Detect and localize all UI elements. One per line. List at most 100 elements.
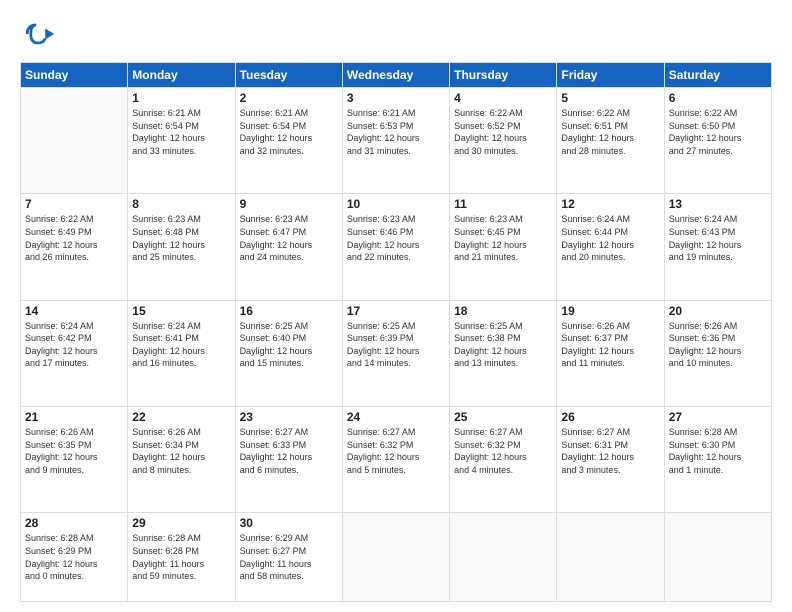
day-info: Sunrise: 6:28 AMSunset: 6:28 PMDaylight:…	[132, 532, 230, 582]
day-number: 14	[25, 304, 123, 318]
calendar-cell: 7Sunrise: 6:22 AMSunset: 6:49 PMDaylight…	[21, 194, 128, 300]
day-number: 29	[132, 516, 230, 530]
day-info: Sunrise: 6:23 AMSunset: 6:46 PMDaylight:…	[347, 213, 445, 263]
day-info: Sunrise: 6:22 AMSunset: 6:51 PMDaylight:…	[561, 107, 659, 157]
day-info: Sunrise: 6:26 AMSunset: 6:34 PMDaylight:…	[132, 426, 230, 476]
calendar-cell: 9 Sunrise: 6:23 AMSunset: 6:47 PMDaylight…	[235, 194, 342, 300]
page: SundayMondayTuesdayWednesdayThursdayFrid…	[0, 0, 792, 612]
day-number: 4	[454, 91, 552, 105]
day-number: 11	[454, 197, 552, 211]
day-number: 3	[347, 91, 445, 105]
day-info: Sunrise: 6:24 AMSunset: 6:42 PMDaylight:…	[25, 320, 123, 370]
calendar-cell	[557, 513, 664, 602]
day-number: 27	[669, 410, 767, 424]
calendar-cell	[342, 513, 449, 602]
day-info: Sunrise: 6:27 AMSunset: 6:32 PMDaylight:…	[454, 426, 552, 476]
day-number: 28	[25, 516, 123, 530]
calendar-cell	[664, 513, 771, 602]
calendar-week-2: 7Sunrise: 6:22 AMSunset: 6:49 PMDaylight…	[21, 194, 772, 300]
day-header-saturday: Saturday	[664, 63, 771, 88]
calendar-cell: 16 Sunrise: 6:25 AMSunset: 6:40 PMDayligh…	[235, 300, 342, 406]
day-number: 9	[240, 197, 338, 211]
day-info: Sunrise: 6:28 AMSunset: 6:30 PMDaylight:…	[669, 426, 767, 476]
day-info: Sunrise: 6:25 AMSunset: 6:39 PMDaylight:…	[347, 320, 445, 370]
calendar-table: SundayMondayTuesdayWednesdayThursdayFrid…	[20, 62, 772, 602]
day-info: Sunrise: 6:26 AMSunset: 6:37 PMDaylight:…	[561, 320, 659, 370]
day-number: 22	[132, 410, 230, 424]
calendar-body: 1 Sunrise: 6:21 AMSunset: 6:54 PMDaylight…	[21, 88, 772, 602]
day-number: 30	[240, 516, 338, 530]
day-info: Sunrise: 6:27 AMSunset: 6:32 PMDaylight:…	[347, 426, 445, 476]
day-number: 19	[561, 304, 659, 318]
day-number: 24	[347, 410, 445, 424]
day-number: 26	[561, 410, 659, 424]
day-header-tuesday: Tuesday	[235, 63, 342, 88]
day-header-friday: Friday	[557, 63, 664, 88]
calendar-cell: 30 Sunrise: 6:29 AMSunset: 6:27 PMDayligh…	[235, 513, 342, 602]
day-number: 5	[561, 91, 659, 105]
calendar-cell: 6Sunrise: 6:22 AMSunset: 6:50 PMDaylight…	[664, 88, 771, 194]
day-number: 12	[561, 197, 659, 211]
day-info: Sunrise: 6:21 AMSunset: 6:53 PMDaylight:…	[347, 107, 445, 157]
calendar-cell: 15Sunrise: 6:24 AMSunset: 6:41 PMDayligh…	[128, 300, 235, 406]
calendar-header-row: SundayMondayTuesdayWednesdayThursdayFrid…	[21, 63, 772, 88]
calendar-cell: 12 Sunrise: 6:24 AMSunset: 6:44 PMDayligh…	[557, 194, 664, 300]
logo	[20, 16, 60, 52]
day-number: 17	[347, 304, 445, 318]
day-info: Sunrise: 6:23 AMSunset: 6:48 PMDaylight:…	[132, 213, 230, 263]
day-info: Sunrise: 6:28 AMSunset: 6:29 PMDaylight:…	[25, 532, 123, 582]
calendar-cell: 2 Sunrise: 6:21 AMSunset: 6:54 PMDaylight…	[235, 88, 342, 194]
calendar-cell: 8 Sunrise: 6:23 AMSunset: 6:48 PMDaylight…	[128, 194, 235, 300]
day-info: Sunrise: 6:23 AMSunset: 6:45 PMDaylight:…	[454, 213, 552, 263]
calendar-cell: 1 Sunrise: 6:21 AMSunset: 6:54 PMDaylight…	[128, 88, 235, 194]
day-header-monday: Monday	[128, 63, 235, 88]
day-number: 23	[240, 410, 338, 424]
day-number: 13	[669, 197, 767, 211]
day-number: 1	[132, 91, 230, 105]
calendar-cell: 23 Sunrise: 6:27 AMSunset: 6:33 PMDayligh…	[235, 406, 342, 512]
day-number: 2	[240, 91, 338, 105]
calendar-cell: 24 Sunrise: 6:27 AMSunset: 6:32 PMDayligh…	[342, 406, 449, 512]
calendar-cell: 26 Sunrise: 6:27 AMSunset: 6:31 PMDayligh…	[557, 406, 664, 512]
day-number: 8	[132, 197, 230, 211]
calendar-cell: 22 Sunrise: 6:26 AMSunset: 6:34 PMDayligh…	[128, 406, 235, 512]
day-info: Sunrise: 6:21 AMSunset: 6:54 PMDaylight:…	[132, 107, 230, 157]
day-info: Sunrise: 6:24 AMSunset: 6:41 PMDaylight:…	[132, 320, 230, 370]
day-number: 16	[240, 304, 338, 318]
day-number: 6	[669, 91, 767, 105]
calendar-cell: 10 Sunrise: 6:23 AMSunset: 6:46 PMDayligh…	[342, 194, 449, 300]
calendar-cell: 25 Sunrise: 6:27 AMSunset: 6:32 PMDayligh…	[450, 406, 557, 512]
calendar-week-1: 1 Sunrise: 6:21 AMSunset: 6:54 PMDaylight…	[21, 88, 772, 194]
calendar-cell: 21Sunrise: 6:26 AMSunset: 6:35 PMDayligh…	[21, 406, 128, 512]
day-info: Sunrise: 6:22 AMSunset: 6:49 PMDaylight:…	[25, 213, 123, 263]
day-number: 25	[454, 410, 552, 424]
calendar-cell: 28 Sunrise: 6:28 AMSunset: 6:29 PMDayligh…	[21, 513, 128, 602]
day-header-sunday: Sunday	[21, 63, 128, 88]
logo-icon	[20, 16, 56, 52]
header	[20, 16, 772, 52]
calendar-cell: 5 Sunrise: 6:22 AMSunset: 6:51 PMDaylight…	[557, 88, 664, 194]
day-info: Sunrise: 6:23 AMSunset: 6:47 PMDaylight:…	[240, 213, 338, 263]
calendar-cell: 3 Sunrise: 6:21 AMSunset: 6:53 PMDaylight…	[342, 88, 449, 194]
day-info: Sunrise: 6:26 AMSunset: 6:36 PMDaylight:…	[669, 320, 767, 370]
day-info: Sunrise: 6:24 AMSunset: 6:43 PMDaylight:…	[669, 213, 767, 263]
day-info: Sunrise: 6:25 AMSunset: 6:40 PMDaylight:…	[240, 320, 338, 370]
calendar-cell: 4Sunrise: 6:22 AMSunset: 6:52 PMDaylight…	[450, 88, 557, 194]
day-info: Sunrise: 6:27 AMSunset: 6:31 PMDaylight:…	[561, 426, 659, 476]
day-header-thursday: Thursday	[450, 63, 557, 88]
calendar-cell	[450, 513, 557, 602]
day-number: 18	[454, 304, 552, 318]
calendar-week-3: 14 Sunrise: 6:24 AMSunset: 6:42 PMDayligh…	[21, 300, 772, 406]
day-info: Sunrise: 6:21 AMSunset: 6:54 PMDaylight:…	[240, 107, 338, 157]
calendar-cell: 19 Sunrise: 6:26 AMSunset: 6:37 PMDayligh…	[557, 300, 664, 406]
calendar-cell: 11 Sunrise: 6:23 AMSunset: 6:45 PMDayligh…	[450, 194, 557, 300]
day-info: Sunrise: 6:24 AMSunset: 6:44 PMDaylight:…	[561, 213, 659, 263]
day-info: Sunrise: 6:27 AMSunset: 6:33 PMDaylight:…	[240, 426, 338, 476]
calendar-cell: 29 Sunrise: 6:28 AMSunset: 6:28 PMDayligh…	[128, 513, 235, 602]
calendar-cell: 14 Sunrise: 6:24 AMSunset: 6:42 PMDayligh…	[21, 300, 128, 406]
day-number: 10	[347, 197, 445, 211]
day-info: Sunrise: 6:29 AMSunset: 6:27 PMDaylight:…	[240, 532, 338, 582]
day-number: 20	[669, 304, 767, 318]
day-header-wednesday: Wednesday	[342, 63, 449, 88]
calendar-cell: 18Sunrise: 6:25 AMSunset: 6:38 PMDayligh…	[450, 300, 557, 406]
